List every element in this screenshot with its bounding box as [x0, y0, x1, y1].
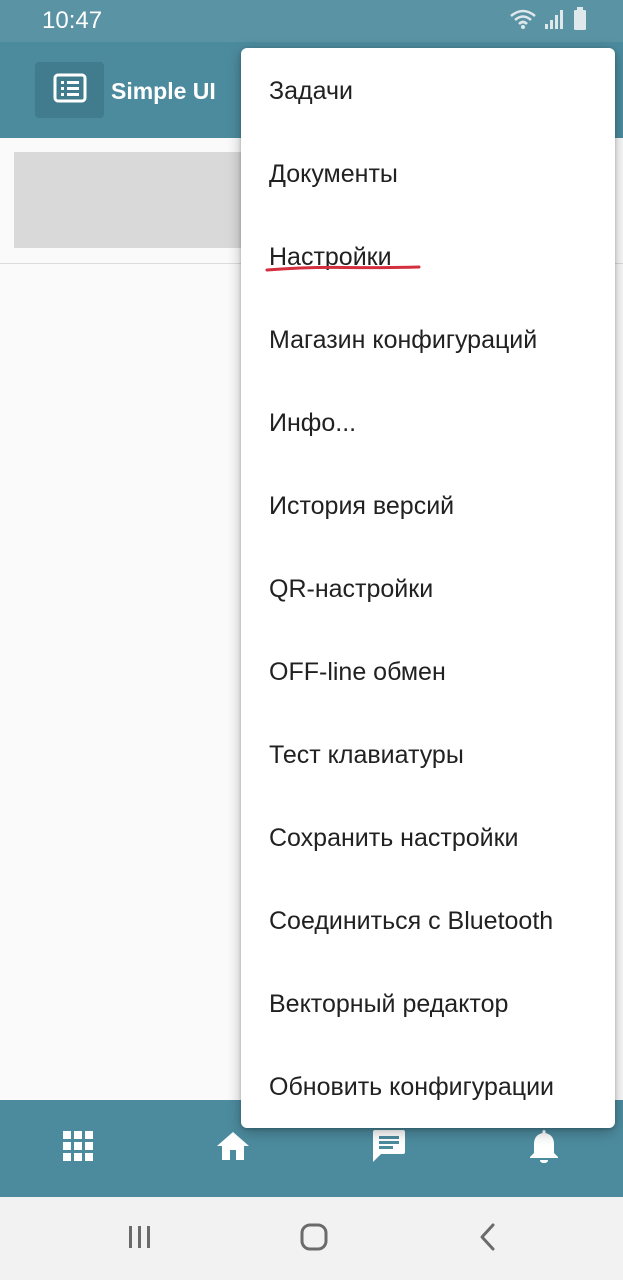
nav-notifications-button[interactable]	[524, 1128, 564, 1168]
chat-icon	[371, 1128, 407, 1169]
menu-item-documents[interactable]: Документы	[241, 133, 615, 216]
status-bar: 10:47	[0, 0, 623, 42]
nav-home-button[interactable]	[213, 1128, 253, 1168]
nav-apps-button[interactable]	[58, 1128, 98, 1168]
status-icons	[509, 6, 587, 36]
overflow-menu: Задачи Документы Настройки Магазин конфи…	[241, 48, 615, 1128]
recents-icon	[126, 1224, 154, 1255]
red-underline-annotation	[265, 265, 421, 272]
menu-item-save-settings[interactable]: Сохранить настройки	[241, 797, 615, 880]
nav-chat-button[interactable]	[369, 1128, 409, 1168]
back-icon	[478, 1222, 498, 1257]
wifi-icon	[509, 8, 537, 35]
menu-item-tasks[interactable]: Задачи	[241, 50, 615, 133]
list-icon	[53, 73, 87, 108]
menu-item-qr-settings[interactable]: QR-настройки	[241, 548, 615, 631]
back-button[interactable]	[468, 1219, 508, 1259]
menu-item-version-history[interactable]: История версий	[241, 465, 615, 548]
menu-item-vector-editor[interactable]: Векторный редактор	[241, 963, 615, 1046]
apps-grid-icon	[63, 1130, 93, 1166]
menu-item-offline-exchange[interactable]: OFF-line обмен	[241, 631, 615, 714]
menu-item-info[interactable]: Инфо...	[241, 382, 615, 465]
system-home-button[interactable]	[294, 1219, 334, 1259]
menu-item-connect-bluetooth[interactable]: Соединиться с Bluetooth	[241, 880, 615, 963]
status-time: 10:47	[42, 7, 103, 34]
system-navigation	[0, 1197, 623, 1280]
bell-icon	[528, 1128, 560, 1169]
menu-item-update-configurations[interactable]: Обновить конфигурации	[241, 1046, 615, 1129]
app-menu-button[interactable]	[35, 62, 104, 118]
menu-item-settings[interactable]: Настройки	[241, 216, 615, 299]
home-circle-icon	[299, 1222, 329, 1257]
recents-button[interactable]	[120, 1219, 160, 1259]
menu-item-config-store[interactable]: Магазин конфигураций	[241, 299, 615, 382]
signal-icon	[545, 8, 565, 35]
home-icon	[215, 1130, 251, 1167]
battery-icon	[573, 6, 587, 36]
menu-item-keyboard-test[interactable]: Тест клавиатуры	[241, 714, 615, 797]
app-title: Simple UI	[111, 78, 216, 104]
